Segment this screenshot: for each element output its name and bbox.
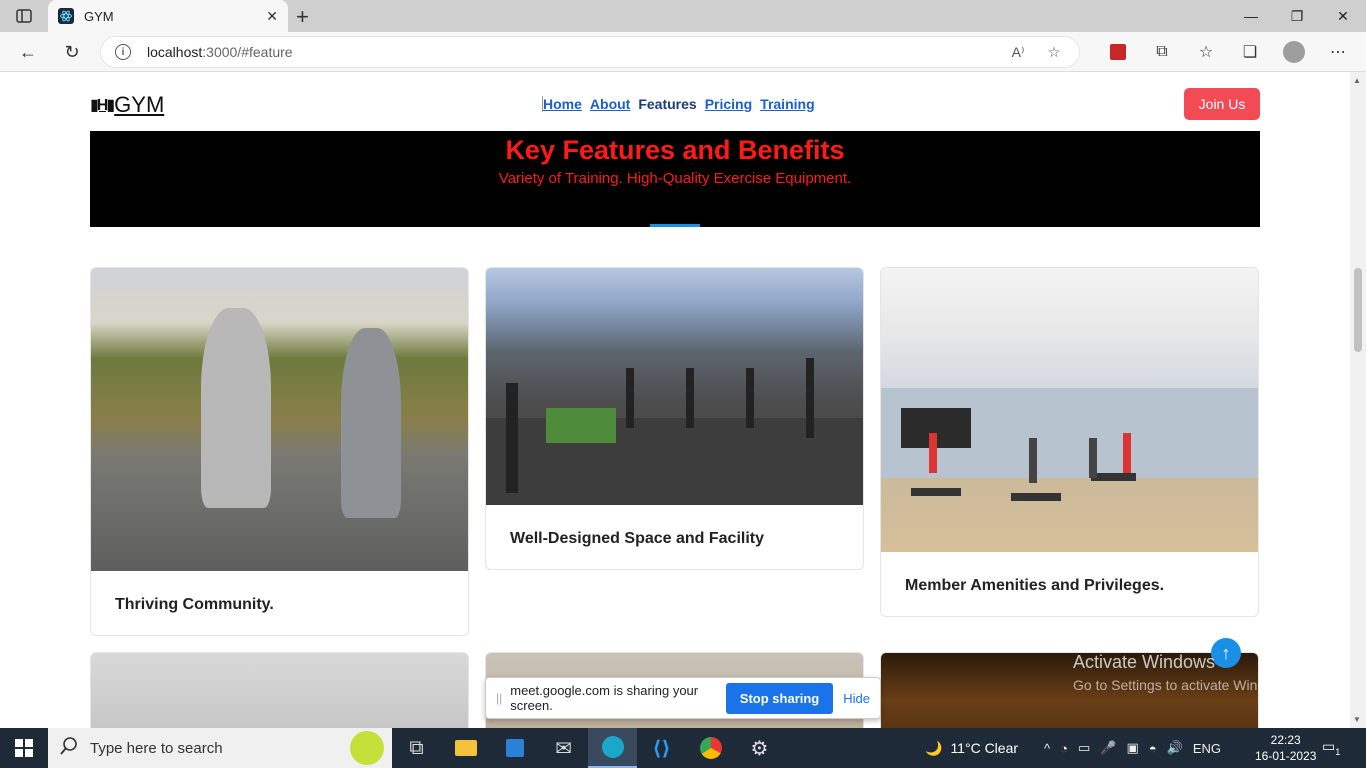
screen-share-bar: || meet.google.com is sharing your scree… [485,677,881,719]
nav-links: Home About Features Pricing Training [542,96,815,112]
banner-title: Key Features and Benefits [505,135,845,165]
read-aloud-icon[interactable]: A⁾ [1007,44,1029,61]
fitness-image [91,653,468,728]
task-view-icon[interactable]: ⧉ [392,728,441,768]
scrollbar-thumb[interactable] [1354,268,1362,352]
feature-card-row2-1[interactable] [90,652,469,728]
taskbar-clock[interactable]: 22:23 16-01-2023 [1255,732,1316,764]
gym-floor-image [486,268,863,505]
extension-red-icon[interactable] [1096,38,1140,66]
meet-icon[interactable]: ▭ [1078,740,1090,756]
network-icon[interactable]: ◔ [1060,741,1068,756]
share-message: meet.google.com is sharing your screen. [510,683,699,713]
moon-weather-icon: 🌙 [925,739,943,756]
minimize-icon[interactable]: — [1228,0,1274,32]
mail-icon[interactable]: ✉ [539,728,588,768]
address-toolbar: ← ↻ i localhost:3000/#feature A⁾ ☆ ⧉ ☆ ❏… [0,32,1366,72]
tennis-ball-icon [350,731,384,765]
settings-more-icon[interactable]: ⋯ [1316,38,1360,66]
notification-icon[interactable]: ▭1 [1322,738,1340,757]
runners-image [91,268,468,571]
nav-training[interactable]: Training [760,96,814,112]
refresh-icon[interactable]: ↻ [60,40,84,64]
features-banner: Key Features and Benefits Variety of Tra… [90,131,1260,227]
activate-windows-subtext: Go to Settings to activate Windows. [1073,677,1294,693]
scroll-up-icon[interactable]: ▲ [1353,76,1361,85]
site-logo[interactable]: ▮H▮ GYM [90,92,164,118]
nav-pricing[interactable]: Pricing [705,96,752,112]
collections-icon[interactable]: ❏ [1228,38,1272,66]
windows-start-icon[interactable] [0,728,48,768]
site-navbar: ▮H▮ GYM Home About Features Pricing Trai… [90,88,1260,122]
search-icon [60,736,78,760]
close-window-icon[interactable]: ✕ [1320,0,1366,32]
page-scrollbar[interactable]: ▲ ▼ [1350,72,1366,728]
address-bar[interactable]: i localhost:3000/#feature A⁾ ☆ [100,36,1080,68]
feature-card-facility[interactable]: Well-Designed Space and Facility [485,267,864,570]
edge-browser-icon[interactable] [588,728,637,768]
stop-sharing-button[interactable]: Stop sharing [725,682,834,714]
react-favicon-icon [58,8,74,24]
drag-handle-icon[interactable]: || [496,691,502,705]
card-caption: Member Amenities and Privileges. [905,577,1165,594]
browser-tabbar: GYM ✕ + — ❐ ✕ [0,0,1366,32]
nav-about[interactable]: About [590,96,630,112]
microphone-icon[interactable]: 🎤 [1100,740,1116,756]
wifi-icon[interactable]: ◓ [1149,741,1157,756]
feature-card-community[interactable]: Thriving Community. [90,267,469,636]
site-info-icon[interactable]: i [115,44,131,60]
chrome-icon[interactable] [686,728,735,768]
weather-text[interactable]: 11°C Clear [950,740,1018,756]
store-icon[interactable] [490,728,539,768]
vscode-icon[interactable]: ⟨⟩ [637,728,686,768]
scroll-to-top-button[interactable]: ↑ [1211,638,1241,668]
back-arrow-icon[interactable]: ← [16,40,40,64]
tab-actions-icon[interactable] [8,6,40,26]
tab-title: GYM [84,8,114,24]
restore-icon[interactable]: ❐ [1274,0,1320,32]
add-favorite-icon[interactable]: ☆ [1043,44,1065,61]
system-tray: 🌙 11°C Clear ^ ◔ ▭ 🎤 ▣ ◓ 🔊 ENG [925,728,1231,768]
hide-button[interactable]: Hide [843,691,870,706]
camera-icon[interactable]: ▣ [1126,740,1138,756]
close-tab-icon[interactable]: ✕ [266,8,278,25]
settings-gear-icon[interactable]: ⚙ [735,728,784,768]
card-caption: Well-Designed Space and Facility [510,530,764,547]
url-text[interactable]: localhost:3000/#feature [147,44,993,60]
new-tab-icon[interactable]: + [296,4,309,30]
nav-features[interactable]: Features [638,96,696,112]
windows-taskbar: Type here to search ⧉ ✉ ⟨⟩ ⚙ 🌙 11°C Clea… [0,728,1366,768]
feature-card-amenities[interactable]: Member Amenities and Privileges. [880,267,1259,617]
browser-tab[interactable]: GYM ✕ [48,0,288,32]
profile-avatar-icon[interactable] [1272,38,1316,66]
dumbbell-icon: ▮H▮ [90,97,115,114]
taskbar-search[interactable]: Type here to search [48,728,392,768]
banner-subtitle: Variety of Training. High-Quality Exerci… [498,170,852,187]
join-us-button[interactable]: Join Us [1184,88,1260,120]
favorites-icon[interactable]: ☆ [1184,38,1228,66]
activate-windows-watermark: Activate Windows [1073,652,1216,672]
yoga-studio-image [881,268,1258,552]
nav-home[interactable]: Home [543,96,582,112]
file-explorer-icon[interactable] [441,728,490,768]
page-viewport: ▮H▮ GYM Home About Features Pricing Trai… [0,72,1350,728]
card-caption: Thriving Community. [115,596,274,613]
language-indicator[interactable]: ENG [1193,741,1221,756]
scroll-down-icon[interactable]: ▼ [1353,715,1361,724]
extensions-puzzle-icon[interactable]: ⧉ [1140,38,1184,66]
banner-accent-bar [650,224,700,227]
show-hidden-icons[interactable]: ^ [1044,741,1050,756]
volume-icon[interactable]: 🔊 [1167,740,1183,756]
